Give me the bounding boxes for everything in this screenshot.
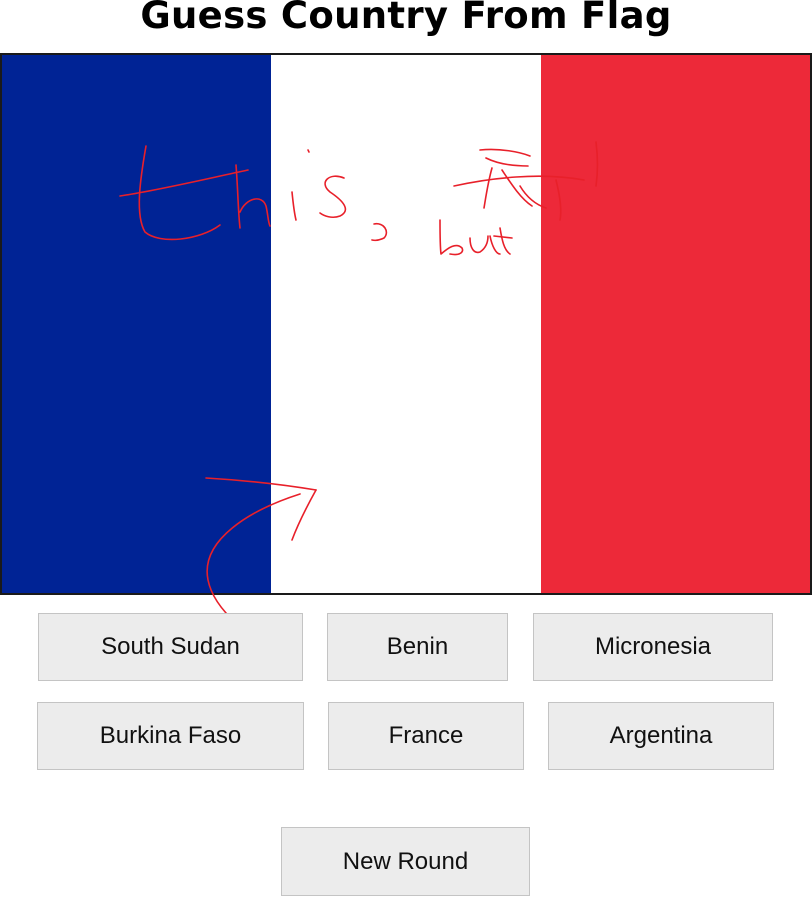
page-title: Guess Country From Flag (140, 0, 672, 37)
option-button-argentina[interactable]: Argentina (548, 702, 774, 770)
option-button-south-sudan[interactable]: South Sudan (38, 613, 303, 681)
flag-image (0, 53, 812, 595)
option-button-benin[interactable]: Benin (327, 613, 508, 681)
option-button-micronesia[interactable]: Micronesia (533, 613, 773, 681)
flag-stripe-red (540, 55, 810, 593)
flag-stripe-white (271, 55, 541, 593)
option-button-burkina-faso[interactable]: Burkina Faso (37, 702, 304, 770)
new-round-button[interactable]: New Round (281, 827, 530, 896)
flag-stripe-blue (2, 55, 272, 593)
option-button-france[interactable]: France (328, 702, 524, 770)
